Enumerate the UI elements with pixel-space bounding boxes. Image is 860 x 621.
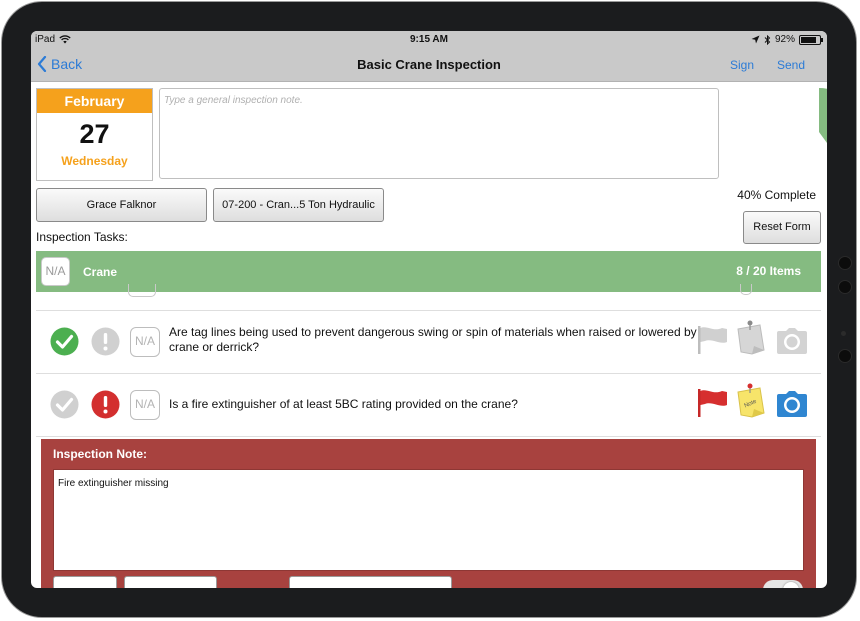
page-title: Basic Crane Inspection <box>357 57 501 72</box>
send-button[interactable]: Send <box>777 58 805 72</box>
category-item-count: 8 / 20 Items <box>736 264 801 278</box>
inspection-note-input[interactable] <box>53 469 804 571</box>
reset-form-button[interactable]: Reset Form <box>743 211 821 244</box>
category-na-button[interactable]: N/A <box>41 257 70 286</box>
location-arrow-icon <box>751 35 760 44</box>
partial-note-icon <box>740 284 752 295</box>
progress-label: 40% Complete <box>737 188 816 202</box>
partial-na-button <box>128 284 156 297</box>
inspection-tasks-label: Inspection Tasks: <box>36 230 128 244</box>
flag-icon[interactable] <box>696 325 730 355</box>
sign-button[interactable]: Sign <box>730 58 754 72</box>
note-action-button-3[interactable] <box>289 576 452 588</box>
general-note-input[interactable] <box>159 88 719 179</box>
na-button[interactable]: N/A <box>130 327 160 357</box>
progress-pie-slice <box>819 88 827 144</box>
inspector-button[interactable]: Grace Falknor <box>36 188 207 222</box>
date-day: 27 <box>79 119 110 149</box>
note-action-button-1[interactable] <box>53 576 117 588</box>
task-row: N/A Are tag lines being used to prevent … <box>36 311 821 374</box>
note-icon[interactable]: Note <box>734 383 766 419</box>
task-question: Is a fire extinguisher of at least 5BC r… <box>169 397 518 411</box>
fail-exclamation-icon[interactable] <box>91 390 120 419</box>
note-action-button-2[interactable] <box>124 576 217 588</box>
date-month: February <box>37 89 152 113</box>
battery-percent: 92% <box>774 34 795 45</box>
inspection-date[interactable]: February 27 Wednesday <box>36 88 153 181</box>
equipment-button[interactable]: 07-200 - Cran...5 Ton Hydraulic <box>213 188 384 222</box>
note-toggle-switch[interactable] <box>763 580 803 588</box>
status-bar: iPad 9:15 AM 92% <box>31 31 827 49</box>
bluetooth-icon <box>764 34 771 45</box>
task-list[interactable]: N/A Are tag lines being used to prevent … <box>36 284 821 438</box>
toggle-knob <box>783 582 799 588</box>
progress-pie <box>819 88 827 144</box>
volume-button-top <box>838 256 852 270</box>
status-time: 9:15 AM <box>410 34 448 45</box>
na-button[interactable]: N/A <box>130 390 160 420</box>
date-weekday: Wednesday <box>61 154 128 168</box>
camera-icon[interactable] <box>776 327 808 355</box>
task-question: Are tag lines being used to prevent dang… <box>169 325 697 354</box>
volume-button-middle <box>838 280 852 294</box>
pass-check-icon[interactable] <box>50 327 79 356</box>
camera-icon[interactable] <box>776 390 808 418</box>
task-row: N/A Is a fire extinguisher of at least 5… <box>36 374 821 437</box>
inspection-note-panel: Inspection Note: <box>41 439 816 588</box>
navigation-bar: Back Basic Crane Inspection Sign Send <box>31 49 827 82</box>
volume-button-bottom <box>838 349 852 363</box>
note-icon[interactable] <box>734 320 766 356</box>
camera-dot <box>841 331 846 336</box>
battery-icon <box>799 34 823 45</box>
inspection-note-header: Inspection Note: <box>53 447 148 461</box>
flag-icon[interactable] <box>696 388 730 418</box>
pass-check-icon[interactable] <box>50 390 79 419</box>
category-name: Crane <box>83 265 118 279</box>
fail-exclamation-icon[interactable] <box>91 327 120 356</box>
app-screen: iPad 9:15 AM 92% Back Basic Crane Inspec… <box>31 31 827 588</box>
task-row-partial <box>36 284 821 311</box>
